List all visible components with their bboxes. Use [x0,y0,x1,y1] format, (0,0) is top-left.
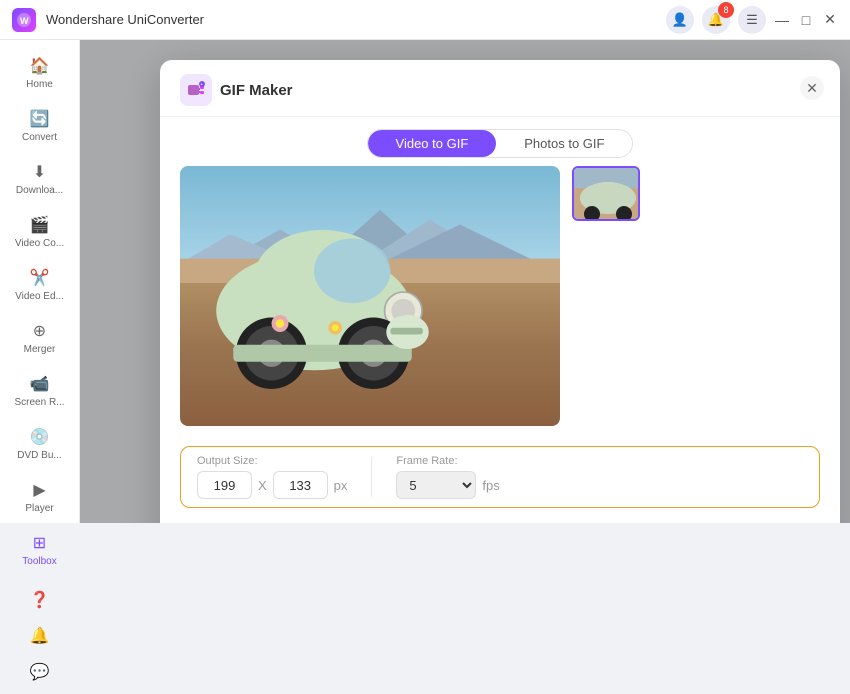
player-icon: ▶ [33,480,45,500]
screen-rec-icon: 📹 [30,374,50,394]
sidebar-item-label-ve: Video Ed... [15,291,64,303]
video-edit-icon: ✂️ [30,268,50,288]
sidebar-item-label-home: Home [26,79,53,91]
px-unit: px [334,478,348,493]
sidebar-item-video-compress[interactable]: 🎬 Video Co... [0,207,79,258]
app-title: Wondershare UniConverter [46,12,666,27]
user-icon: 👤 [672,12,688,28]
home-icon: 🏠 [30,56,50,76]
svg-text:W: W [20,16,29,26]
title-bar-controls: 👤 🔔 8 ☰ — □ ✕ [666,6,838,34]
title-bar: W Wondershare UniConverter 👤 🔔 8 ☰ — □ ✕ [0,0,850,40]
sidebar-item-label-dvd: DVD Bu... [17,450,61,462]
download-icon: ⬇ [33,162,46,182]
hamburger-icon: ☰ [746,12,758,28]
merger-icon: ⊕ [33,321,46,341]
sidebar-item-label-vc: Video Co... [15,238,64,250]
sidebar-item-label-download: Downloa... [16,185,63,197]
content-area: itor metadata ...stadata CD. + [80,40,850,523]
user-icon-btn[interactable]: 👤 [666,6,694,34]
sidebar-item-label-sr: Screen R... [14,397,64,409]
car-scene [180,166,560,426]
sidebar-item-toolbox[interactable]: ⊞ Toolbox [0,525,79,576]
gif-maker-modal: + GIF Maker ✕ Video to GIF Photos to GIF [160,60,840,523]
thumbnail-1[interactable] [572,166,640,221]
thumbnail-strip [572,166,640,426]
x-separator: X [258,478,267,493]
minimize-button[interactable]: — [774,12,790,28]
sidebar-item-dvd[interactable]: 💿 DVD Bu... [0,419,79,470]
tab-switcher: Video to GIF Photos to GIF [160,117,840,166]
modal-close-button[interactable]: ✕ [800,76,824,100]
notification-badge: 8 [718,2,734,18]
tab-group: Video to GIF Photos to GIF [367,129,634,158]
dvd-icon: 💿 [30,427,50,447]
settings-divider [371,457,372,497]
gif-icon-svg: + [186,80,206,100]
frame-rate-label: Frame Rate: [396,455,499,467]
width-input[interactable] [197,471,252,499]
convert-icon: 🔄 [30,109,50,129]
modal-icon: + [180,74,212,106]
thumb-car-svg [574,168,640,221]
tab-photos-to-gif[interactable]: Photos to GIF [496,130,632,157]
output-size-group: Output Size: X px [197,455,347,499]
sidebar-item-screen-rec[interactable]: 📹 Screen R... [0,366,79,417]
video-compress-icon: 🎬 [30,215,50,235]
tab-video-to-gif[interactable]: Video to GIF [368,130,497,157]
notification-bell[interactable]: 🔔 8 [702,6,730,34]
modal-title: GIF Maker [220,82,293,99]
sidebar-item-label-merger: Merger [24,344,56,356]
footer-bell-btn[interactable]: 🔔 [26,622,54,650]
fps-unit: fps [482,478,499,493]
sidebar-item-player[interactable]: ▶ Player [0,472,79,523]
sidebar-item-label-player: Player [25,503,53,515]
close-icon: ✕ [806,80,818,97]
toolbox-icon: ⊞ [33,533,46,553]
output-size-inputs: X px [197,471,347,499]
fps-select[interactable]: 3 5 10 15 20 25 30 [396,471,476,499]
main-preview [180,166,560,426]
help-btn[interactable]: ❓ [26,586,54,614]
close-button[interactable]: ✕ [822,12,838,28]
app-logo: W [12,8,36,32]
feedback-btn[interactable]: 💬 [26,658,54,686]
settings-box: Output Size: X px Frame Rate: [180,446,820,508]
sidebar-item-merger[interactable]: ⊕ Merger [0,313,79,364]
menu-btn[interactable]: ☰ [738,6,766,34]
sidebar: 🏠 Home 🔄 Convert ⬇ Downloa... 🎬 Video Co… [0,40,80,523]
sidebar-item-video-edit[interactable]: ✂️ Video Ed... [0,260,79,311]
thumbnail-img-1 [574,168,638,219]
frame-rate-group: Frame Rate: 3 5 10 15 20 25 30 [396,455,499,499]
output-size-label: Output Size: [197,455,347,467]
modal-body [160,166,840,438]
height-input[interactable] [273,471,328,499]
sidebar-item-home[interactable]: 🏠 Home [0,48,79,99]
sidebar-item-label-convert: Convert [22,132,57,144]
sidebar-item-download[interactable]: ⬇ Downloa... [0,154,79,205]
main-layout: 🏠 Home 🔄 Convert ⬇ Downloa... 🎬 Video Co… [0,40,850,523]
maximize-button[interactable]: □ [798,12,814,28]
sidebar-footer: ❓ 🔔 💬 [26,578,54,694]
frame-rate-inputs: 3 5 10 15 20 25 30 fps [396,471,499,499]
sidebar-item-convert[interactable]: 🔄 Convert [0,101,79,152]
modal-header: + GIF Maker ✕ [160,60,840,117]
car-svg [180,179,484,400]
modal-settings: Output Size: X px Frame Rate: [160,438,840,520]
sidebar-item-label-toolbox: Toolbox [22,556,56,568]
